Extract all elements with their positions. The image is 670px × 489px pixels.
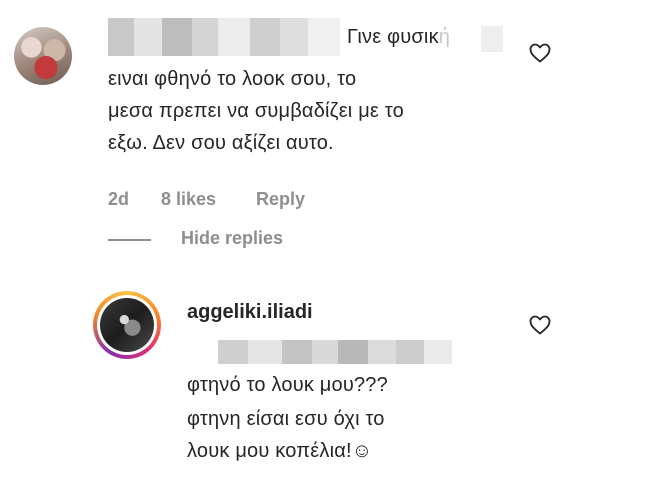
comment-text-line3: μεσα πρεπει να συμβαδίζει με το <box>108 100 404 122</box>
comment-text-line1: Γινε φυσική <box>347 26 451 48</box>
reply-avatar[interactable] <box>100 298 154 352</box>
reply-button[interactable]: Reply <box>256 189 305 210</box>
hide-replies-button[interactable]: Hide replies <box>181 228 283 249</box>
heart-icon[interactable] <box>528 41 552 65</box>
reply-text-line1: φτηνό το λουκ μου??? <box>187 374 388 396</box>
redacted-username <box>108 18 340 56</box>
reply-text-line3: λουκ μου κοπέλια!☺ <box>187 440 373 462</box>
heart-icon[interactable] <box>528 313 552 337</box>
redacted-mention <box>218 340 452 364</box>
reply-text-line2: φτηνη είσαι εσυ όχι το <box>187 408 385 430</box>
text-overflow-fade <box>481 26 503 52</box>
comment-age: 2d <box>108 189 130 209</box>
comment-likes[interactable]: 8 likes <box>161 189 216 210</box>
comment-text-line4: εξω. Δεν σου αξίζει αυτο. <box>108 132 334 154</box>
commenter-avatar[interactable] <box>14 27 72 85</box>
reply-username[interactable]: aggeliki.iliadi <box>187 301 313 324</box>
comment-text-line2: ειναι φθηνό το λοοκ σου, το <box>108 68 357 90</box>
hide-replies-divider <box>108 239 151 241</box>
